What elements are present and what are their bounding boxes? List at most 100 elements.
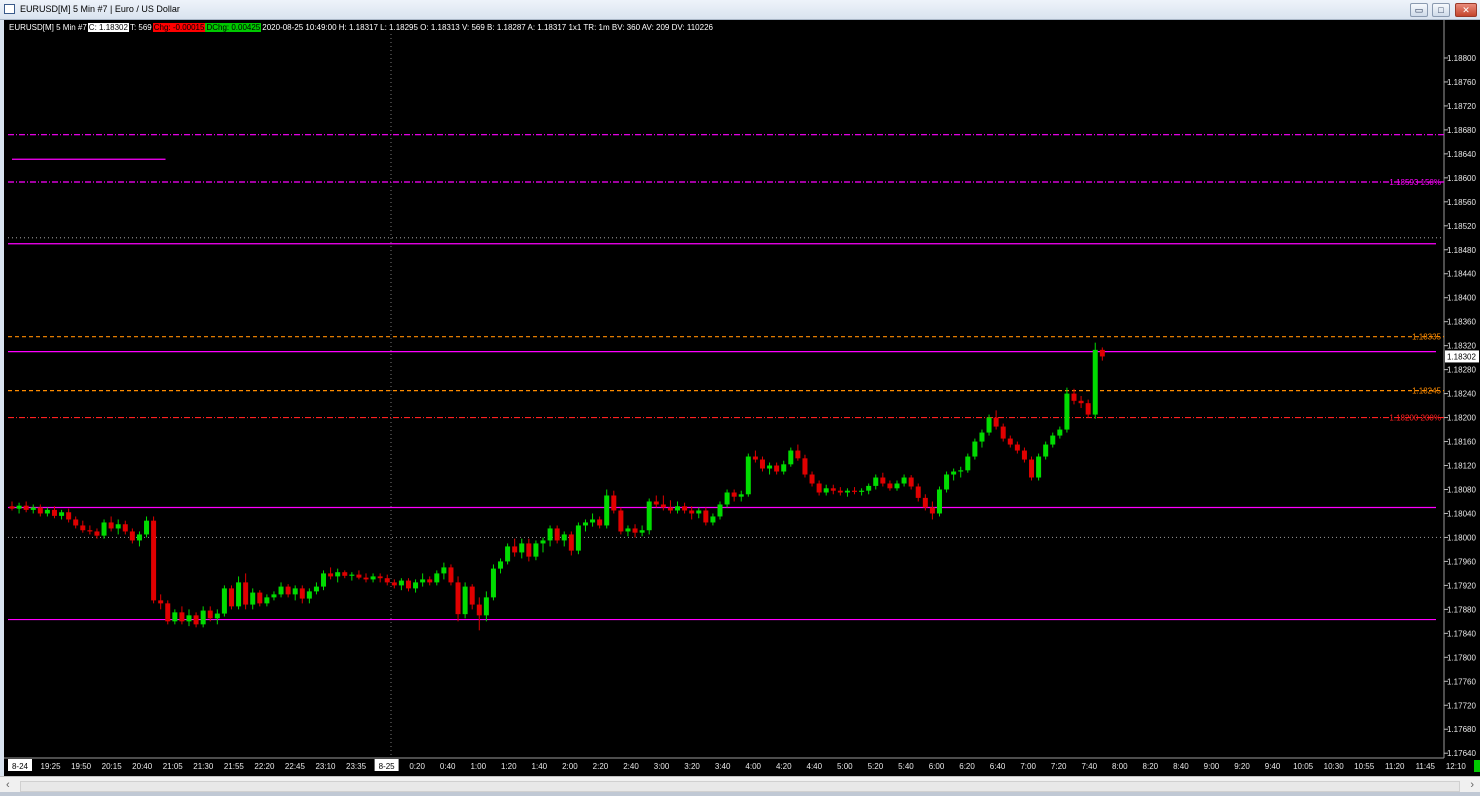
candle-body	[335, 572, 341, 577]
info-close: C: 1.18302	[87, 23, 129, 32]
candlestick-chart[interactable]: 1.18800 1.18760 1.18720 1.18680 1.18640 1.186…	[0, 0, 1480, 776]
candle-body	[9, 506, 15, 509]
candle-body	[759, 459, 765, 469]
candle-body	[328, 573, 334, 577]
candle-body	[1043, 444, 1049, 457]
candle-body	[66, 512, 72, 520]
candle-body	[653, 501, 659, 505]
price-tick-label: 1.18520	[1447, 222, 1476, 231]
candle-body	[575, 525, 581, 551]
candle-body	[533, 543, 539, 557]
time-tick-label: 9:20	[1234, 762, 1250, 771]
time-tick-label: 3:20	[684, 762, 700, 771]
time-tick-label: 6:20	[959, 762, 975, 771]
window-bottom-border	[0, 792, 1480, 796]
candle-body	[122, 524, 128, 532]
scrollbar-thumb[interactable]	[20, 781, 1460, 792]
time-tick-label: 3:00	[654, 762, 670, 771]
candle-body	[844, 490, 850, 493]
candle-body	[675, 506, 681, 511]
candle-body	[278, 586, 284, 595]
info-change: Chg: -0.00015	[152, 23, 206, 32]
price-tick-label: 1.18560	[1447, 198, 1476, 207]
price-tick-label: 1.18160	[1447, 438, 1476, 447]
scroll-left-icon[interactable]: ‹	[6, 779, 10, 791]
candle-body	[745, 456, 751, 495]
time-tick-label: 11:20	[1385, 762, 1405, 771]
candle-body	[958, 470, 964, 472]
candle-body	[866, 485, 872, 491]
time-tick-label: 21:30	[193, 762, 214, 771]
candle-body	[554, 528, 560, 541]
time-tick-label: 10:30	[1324, 762, 1345, 771]
time-tick-label: 5:20	[868, 762, 884, 771]
candle-body	[547, 528, 553, 541]
time-tick-label: 21:55	[224, 762, 245, 771]
candle-body	[689, 510, 695, 514]
candle-body	[490, 568, 496, 598]
time-tick-label: 12:10	[1446, 762, 1467, 771]
candle-body	[682, 506, 688, 511]
price-tick-label: 1.17760	[1447, 677, 1476, 686]
price-tick-label: 1.18720	[1447, 102, 1476, 111]
price-tick-label: 1.17920	[1447, 581, 1476, 590]
candle-body	[413, 582, 419, 589]
candle-body	[972, 441, 978, 457]
candle-body	[172, 612, 178, 622]
price-tick-label: 1.18200	[1447, 414, 1476, 423]
candle-body	[951, 471, 957, 475]
candle-body	[271, 594, 277, 598]
candle-body	[391, 582, 397, 586]
candle-body	[158, 600, 164, 604]
candle-body	[356, 574, 362, 578]
scroll-right-icon[interactable]: ›	[1470, 779, 1474, 791]
candle-body	[802, 458, 808, 475]
price-tick-label: 1.18280	[1447, 366, 1476, 375]
candle-body	[561, 534, 567, 541]
candle-body	[717, 504, 723, 517]
candle-body	[1085, 403, 1091, 415]
candle-body	[568, 534, 574, 551]
candle-body	[313, 586, 319, 592]
candle-body	[193, 615, 199, 625]
candle-body	[731, 492, 737, 497]
candle-body	[384, 578, 390, 583]
candle-body	[519, 543, 525, 553]
candle-body	[292, 588, 298, 595]
candle-body	[1014, 444, 1020, 451]
candle-body	[908, 477, 914, 487]
candle-body	[873, 477, 879, 486]
time-tick-label: 6:40	[990, 762, 1006, 771]
price-tick-label: 1.18480	[1447, 246, 1476, 255]
candle-body	[830, 488, 836, 491]
price-tick-label: 1.18000	[1447, 533, 1476, 542]
candle-body	[250, 592, 256, 605]
info-daily-change: DChg: 0.00425	[205, 23, 262, 32]
candle-body	[625, 528, 631, 532]
candle-body	[264, 597, 270, 604]
price-tick-label: 1.18760	[1447, 78, 1476, 87]
candle-body	[944, 474, 950, 490]
candle-body	[87, 530, 93, 532]
time-tick-label: 9:40	[1265, 762, 1281, 771]
candle-body	[200, 610, 206, 625]
time-tick-label: 2:00	[562, 762, 578, 771]
time-tick-label: 20:15	[102, 762, 123, 771]
candle-body	[611, 495, 617, 511]
candle-body	[37, 507, 43, 514]
time-tick-label: 21:05	[163, 762, 184, 771]
candle-body	[321, 573, 327, 587]
candle-body	[1071, 393, 1077, 401]
price-tick-label: 1.17880	[1447, 605, 1476, 614]
candle-body	[434, 573, 440, 583]
candle-body	[880, 477, 886, 484]
candle-body	[186, 615, 192, 622]
candle-body	[228, 588, 234, 607]
candle-body	[483, 597, 489, 616]
price-tick-label: 1.18400	[1447, 294, 1476, 303]
candle-body	[1000, 426, 1006, 439]
info-symbol: EURUSD[M] 5 Min #7	[9, 23, 87, 32]
candle-body	[342, 572, 348, 576]
time-tick-label: 5:40	[898, 762, 914, 771]
price-tick-label: 1.17800	[1447, 653, 1476, 662]
